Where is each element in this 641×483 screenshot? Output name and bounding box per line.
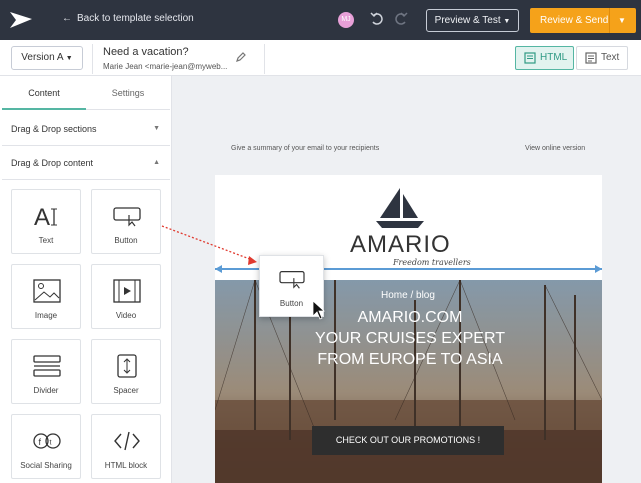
hero-headline: AMARIO.COM YOUR CRUISES EXPERT FROM EURO… <box>300 307 520 370</box>
email-subject: Need a vacation? <box>103 46 189 58</box>
block-image[interactable]: Image <box>11 264 81 329</box>
block-label: Button <box>114 236 138 245</box>
preview-label: Preview & Test <box>434 15 501 26</box>
tab-content[interactable]: Content <box>2 76 86 110</box>
html-view-button[interactable]: HTML <box>515 46 574 70</box>
block-label: Text <box>38 236 54 245</box>
section-label: Drag & Drop sections <box>11 124 97 134</box>
block-label: Social Sharing <box>20 461 72 470</box>
divider-icon <box>33 355 61 377</box>
preview-test-button[interactable]: Preview & Test ▼ <box>426 9 519 32</box>
back-to-templates-link[interactable]: ← Back to template selection <box>62 13 194 24</box>
block-label: Video <box>115 311 137 320</box>
review-label: Review & Send <box>540 15 609 26</box>
block-label: Spacer <box>113 386 139 395</box>
video-icon <box>113 279 141 303</box>
text-icon: A <box>34 204 57 229</box>
button-icon <box>279 271 305 289</box>
brand-name: AMARIO <box>350 231 451 258</box>
block-divider[interactable]: Divider <box>11 339 81 404</box>
logo-icon[interactable] <box>8 10 34 30</box>
svg-text:A: A <box>34 204 50 229</box>
promotions-button[interactable]: CHECK OUT OUR PROMOTIONS ! <box>312 426 504 455</box>
brand-tagline: Freedom travellers <box>393 258 471 267</box>
content-panel: Content Settings Drag & Drop sections ▼ … <box>0 76 172 483</box>
mouse-cursor-icon <box>312 300 326 320</box>
block-label: HTML block <box>104 461 148 470</box>
headline-line: AMARIO.COM <box>357 309 463 326</box>
email-sender: Marie Jean <marie-jean@myweb... <box>103 62 228 71</box>
pencil-icon[interactable] <box>235 51 247 63</box>
block-video[interactable]: Video <box>91 264 161 329</box>
block-text[interactable]: A Text <box>11 189 81 254</box>
chevron-up-icon: ▲ <box>153 159 160 166</box>
arrow-left-icon: ← <box>62 13 72 24</box>
chevron-down-icon: ▼ <box>153 125 160 132</box>
block-html[interactable]: HTML block <box>91 414 161 479</box>
html-label: HTML <box>540 52 568 63</box>
button-icon <box>113 207 141 227</box>
view-online-link[interactable]: View online version <box>525 145 585 152</box>
review-send-button[interactable]: Review & Send ▼ <box>530 8 636 33</box>
image-icon <box>33 279 61 303</box>
svg-text:f: f <box>39 437 42 447</box>
section-drag-drop-sections[interactable]: Drag & Drop sections ▼ <box>2 112 170 146</box>
caret-down-icon: ▼ <box>65 55 73 62</box>
block-button[interactable]: Button <box>91 189 161 254</box>
text-label: Text <box>601 52 620 63</box>
divider <box>609 8 610 33</box>
social-icon: f t <box>33 433 61 449</box>
block-spacer[interactable]: Spacer <box>91 339 161 404</box>
html-icon <box>524 52 536 64</box>
top-bar: ← Back to template selection MJ Preview &… <box>0 0 641 40</box>
headline-line: FROM EUROPE TO ASIA <box>317 351 503 368</box>
sailboat-logo-icon <box>376 188 424 228</box>
block-social-sharing[interactable]: f t Social Sharing <box>11 414 81 479</box>
text-view-button[interactable]: Text <box>576 46 628 70</box>
version-label: Version A <box>21 52 63 63</box>
headline-line: YOUR CRUISES EXPERT <box>315 330 505 347</box>
text-doc-icon <box>585 52 597 64</box>
caret-down-icon: ▼ <box>503 18 511 25</box>
caret-down-icon[interactable]: ▼ <box>618 8 626 33</box>
panel-tabs: Content Settings <box>2 76 170 110</box>
section-drag-drop-content[interactable]: Drag & Drop content ▲ <box>2 146 170 180</box>
svg-text:t: t <box>50 440 52 447</box>
back-label: Back to template selection <box>77 13 194 24</box>
undo-icon[interactable] <box>370 11 384 27</box>
divider <box>264 44 265 74</box>
code-icon <box>114 431 140 451</box>
section-label: Drag & Drop content <box>11 158 94 168</box>
version-select[interactable]: Version A ▼ <box>11 46 83 70</box>
tab-settings[interactable]: Settings <box>86 76 170 110</box>
hero-breadcrumb[interactable]: Home / blog <box>381 290 435 301</box>
divider <box>92 44 93 74</box>
redo-icon[interactable] <box>394 11 408 27</box>
block-label: Image <box>34 311 58 320</box>
block-label: Divider <box>33 386 59 395</box>
spacer-icon <box>117 354 137 378</box>
preheader-text[interactable]: Give a summary of your email to your rec… <box>231 145 379 152</box>
avatar[interactable]: MJ <box>338 12 354 28</box>
